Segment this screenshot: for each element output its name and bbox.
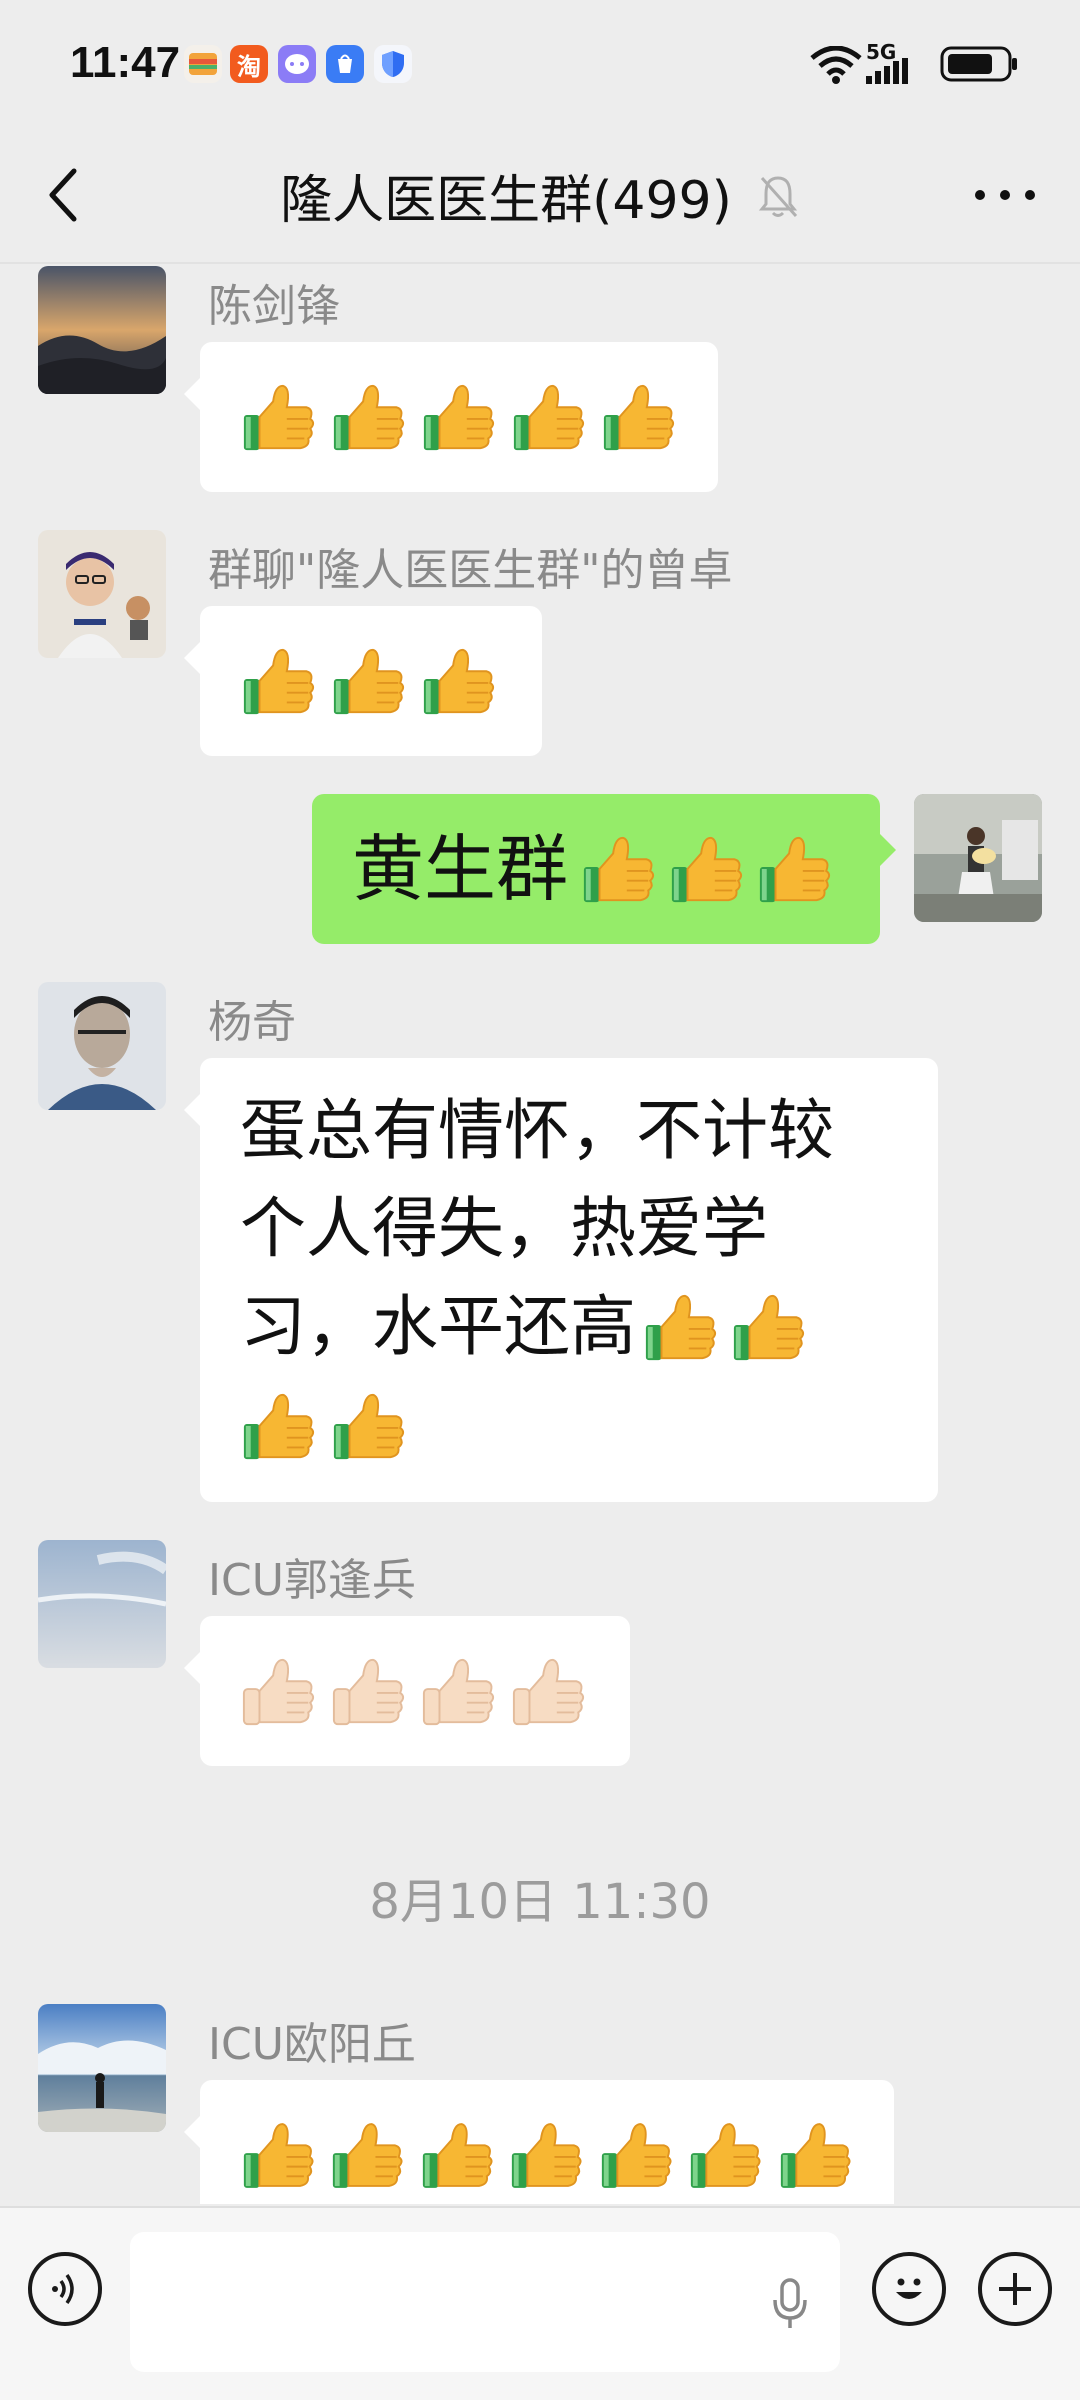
message-timestamp: 8月10日 11:30	[369, 1874, 711, 1930]
thumbs-up-icon	[333, 648, 405, 715]
mute-bell-icon	[758, 175, 798, 217]
thumbs-up-icon	[513, 384, 585, 451]
emoji-row	[240, 2110, 854, 2200]
avatar[interactable]	[38, 2004, 166, 2132]
thumbs-up-icon	[243, 648, 315, 715]
more-options-button[interactable]	[970, 170, 1040, 220]
message-text-line: 个人得失，热爱学	[240, 1190, 768, 1267]
wallet-app-icon	[184, 45, 222, 83]
message-bubble[interactable]: 蛋总有情怀，不计较 个人得失，热爱学 习，水平还高	[184, 1058, 938, 1502]
emoji-button[interactable]	[872, 2252, 946, 2326]
app-market-icon	[326, 45, 364, 83]
thumbs-up-icon	[759, 836, 831, 903]
message-input[interactable]	[130, 2232, 840, 2372]
emoji-row	[240, 636, 502, 726]
avatar[interactable]	[38, 530, 166, 658]
chat-title-container: 隆人医医生群(499)	[0, 158, 1080, 233]
thumbs-up-icon	[601, 2123, 672, 2188]
thumbs-up-icon	[512, 1658, 585, 1726]
microphone-icon[interactable]	[770, 2276, 810, 2332]
thumbs-up-icon	[422, 1658, 495, 1726]
self-avatar[interactable]	[914, 794, 1042, 922]
emoji-group	[580, 830, 834, 908]
emoji-row	[240, 372, 678, 462]
thumbs-up-icon	[333, 384, 405, 451]
voice-wave-icon	[52, 2273, 74, 2305]
thumbs-up-icon	[512, 2123, 582, 2188]
thumbs-up-icon	[422, 2123, 493, 2188]
sender-name: ICU欧阳丘	[208, 2019, 416, 2070]
status-bar: 11:47 淘 5G	[0, 0, 1080, 130]
thumbs-up-icon	[645, 1294, 717, 1361]
sender-name: 陈剑锋	[208, 281, 340, 332]
thumbs-up-icon	[690, 2123, 761, 2188]
signal-icon	[866, 58, 908, 84]
shield-app-icon	[374, 45, 412, 83]
thumbs-up-icon	[583, 836, 655, 903]
thumbs-up-icon	[243, 1393, 315, 1460]
sender-name: 群聊"隆人医医生群"的曾卓	[208, 545, 733, 596]
thumbs-up-icon	[423, 648, 495, 715]
add-more-button[interactable]	[978, 2252, 1052, 2326]
sender-name: 杨奇	[208, 997, 296, 1048]
avatar[interactable]	[38, 266, 166, 394]
thumbs-up-icon	[603, 384, 675, 451]
thumbs-up-icon	[671, 836, 743, 903]
system-icons: 5G	[810, 40, 1040, 86]
emoji-group	[642, 1288, 808, 1366]
emoji-row	[240, 1646, 590, 1736]
thumbs-up-icon	[242, 1658, 315, 1726]
message-bubble-self[interactable]: 黄生群	[312, 794, 896, 944]
wifi-icon	[810, 46, 862, 84]
message-bubble[interactable]	[184, 606, 542, 756]
message-list[interactable]: 陈剑锋 群聊"隆人医医生群"的曾卓 黄生群 杨奇 蛋总有情怀，不计较 个人得失，…	[0, 264, 1080, 2204]
thumbs-up-icon	[332, 1658, 405, 1726]
battery-icon	[940, 46, 1017, 82]
taobao-app-icon: 淘	[230, 45, 268, 83]
thumbs-up-icon	[733, 1294, 805, 1361]
avatar[interactable]	[38, 1540, 166, 1668]
clock: 11:47	[70, 38, 181, 87]
message-bubble[interactable]	[184, 2080, 894, 2204]
plus-icon	[999, 2273, 1031, 2305]
thumbs-up-icon	[780, 2123, 851, 2188]
more-dots-icon	[975, 190, 1035, 200]
message-bubble[interactable]	[184, 342, 718, 492]
thumbs-up-icon	[243, 384, 315, 451]
thumbs-up-icon	[333, 1393, 405, 1460]
smiley-icon	[896, 2278, 922, 2299]
emoji-row	[240, 1376, 898, 1476]
taobao-app-glyph: 淘	[237, 52, 261, 81]
chat-app-icon	[278, 45, 316, 83]
thumbs-up-icon	[423, 384, 495, 451]
chat-title: 隆人医医生群(499)	[280, 171, 732, 231]
avatar[interactable]	[38, 982, 166, 1110]
input-bar	[0, 2206, 1080, 2400]
voice-toggle-button[interactable]	[28, 2252, 102, 2326]
message-text-line-row: 习，水平还高	[240, 1278, 898, 1376]
message-bubble[interactable]	[184, 1616, 630, 1766]
thumbs-up-icon	[333, 2123, 403, 2188]
thumbs-up-icon	[243, 2123, 314, 2188]
message-text-line: 蛋总有情怀，不计较	[240, 1092, 834, 1169]
sender-name: ICU郭逢兵	[208, 1555, 416, 1606]
emoji-row: 黄生群	[352, 816, 840, 922]
chat-header: 隆人医医生群(499)	[0, 130, 1080, 260]
message-text: 黄生群	[352, 827, 569, 911]
message-text-line: 习，水平还高	[240, 1288, 636, 1365]
